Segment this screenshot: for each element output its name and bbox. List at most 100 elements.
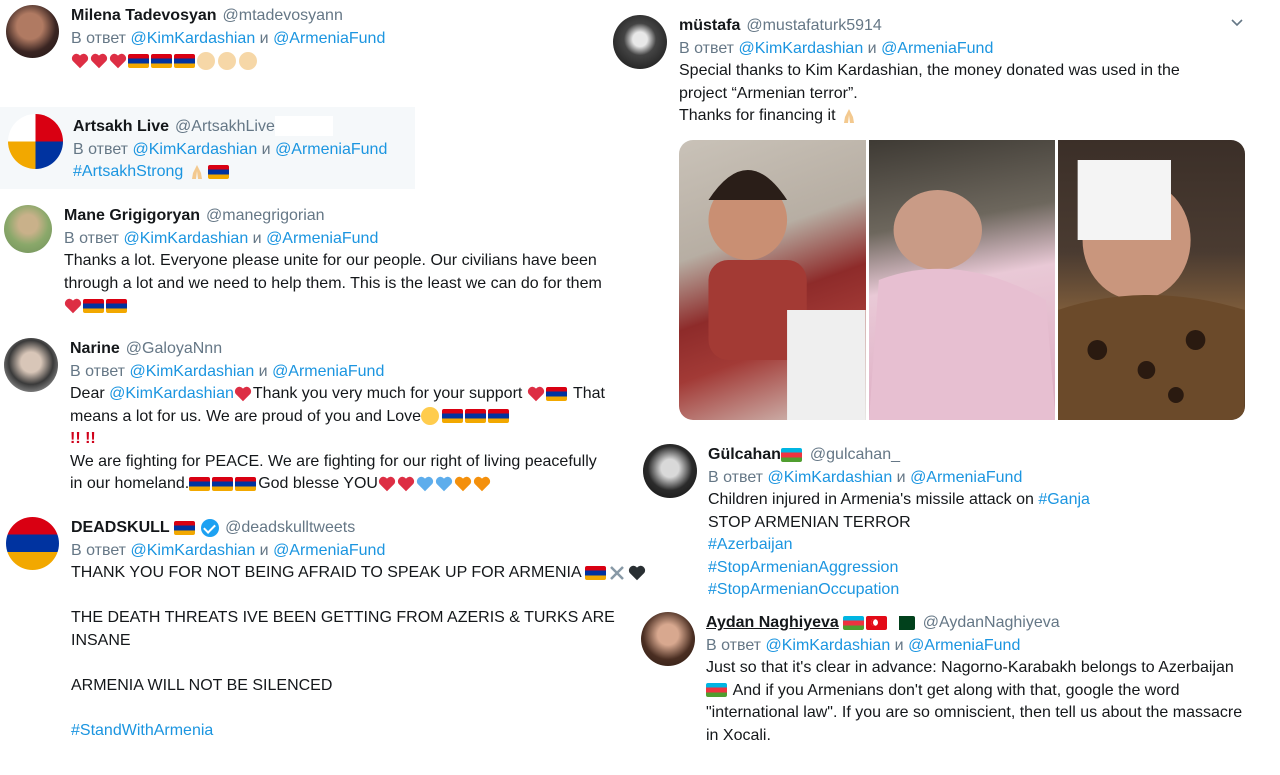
mention-link[interactable]: @KimKardashian [109, 385, 234, 402]
mention-link[interactable]: @ArmeniaFund [273, 542, 385, 559]
red-heart-icon [378, 476, 396, 491]
tweet-photo[interactable] [679, 140, 866, 420]
reply-and: и [867, 39, 877, 57]
hashtag-link[interactable]: #StandWithArmenia [71, 722, 213, 739]
tweet-text-line: Special thanks to Kim Kardashian, the mo… [679, 62, 1180, 79]
mention-link[interactable]: @ArmeniaFund [272, 363, 384, 380]
mention-link[interactable]: @ArmeniaFund [275, 141, 387, 158]
tweet-text-line: Just so that it's clear in advance: Nago… [706, 659, 1234, 676]
user-handle[interactable]: @mtadevosyann [223, 7, 343, 24]
mention-link[interactable]: @KimKardashian [130, 542, 255, 559]
mention-link[interactable]: @KimKardashian [129, 363, 254, 380]
user-handle[interactable]: @AydanNaghiyeva [923, 614, 1060, 631]
mention-link[interactable]: @ArmeniaFund [908, 637, 1020, 654]
child-figure-illustration [1058, 160, 1245, 420]
red-heart-icon [234, 386, 251, 401]
user-handle[interactable]: @gulcahan_ [810, 446, 900, 463]
reply-and: и [894, 636, 904, 654]
tweet-text: THANK YOU FOR NOT BEING AFRAID TO SPEAK … [71, 564, 581, 581]
red-heart-icon [397, 476, 415, 491]
reply-and: и [261, 140, 271, 158]
avatar[interactable] [8, 114, 63, 169]
armenia-flag-icon [83, 298, 104, 313]
tweet-text-line: project “Armenian terror”. [679, 84, 858, 102]
user-name[interactable]: Aydan Naghiyeva [706, 614, 839, 631]
mention-link[interactable]: @KimKardashian [123, 230, 248, 247]
user-handle[interactable]: @deadskulltweets [225, 519, 355, 536]
avatar[interactable] [6, 517, 59, 570]
reply-and: и [259, 541, 269, 559]
armenia-flag-icon [106, 298, 127, 313]
blue-heart-icon [435, 476, 453, 491]
mention-link[interactable]: @ArmeniaFund [910, 469, 1022, 486]
armenia-flag-icon [465, 409, 487, 424]
tweet-photo-grid[interactable] [679, 140, 1245, 420]
reply-label: В ответ [706, 636, 762, 654]
folded-hands-icon [191, 164, 202, 179]
avatar[interactable] [6, 5, 59, 58]
chevron-down-icon[interactable] [1229, 14, 1245, 30]
azerbaijan-flag-icon [780, 447, 802, 462]
mention-link[interactable]: @KimKardashian [130, 30, 255, 47]
avatar[interactable] [4, 205, 52, 253]
user-name[interactable]: Mane Grigigoryan [64, 207, 200, 224]
child-figure-illustration [708, 170, 866, 420]
raised-fist-icon [218, 51, 236, 70]
tweet-text: God blesse YOU [258, 475, 378, 492]
tweet-text: And if you Armenians don't get along wit… [732, 681, 1180, 699]
hashtag-link[interactable]: #StopArmenianOccupation [708, 581, 899, 598]
user-handle[interactable]: @mustafaturk5914 [746, 17, 881, 34]
reply-and: и [252, 229, 262, 247]
tweet-text: means a lot for us. We are proud of you … [70, 407, 422, 425]
azerbaijan-flag-icon [843, 615, 865, 630]
armenia-flag-icon [207, 164, 229, 179]
tweet-text-line: STOP ARMENIAN TERROR [708, 513, 911, 531]
avatar[interactable] [613, 15, 667, 69]
tweet-photo[interactable] [1058, 140, 1245, 420]
user-name[interactable]: Gülcahan [708, 446, 781, 463]
user-name[interactable]: Milena Tadevosyan [71, 7, 217, 24]
mention-link[interactable]: @KimKardashian [765, 637, 890, 654]
reply-label: В ответ [70, 362, 126, 380]
hashtag-link[interactable]: #Azerbaijan [708, 536, 793, 553]
user-handle[interactable]: @manegrigorian [206, 207, 325, 224]
tweet-text: Thank you very much for your support [252, 385, 523, 402]
user-name[interactable]: DEADSKULL [71, 519, 170, 536]
avatar[interactable] [4, 338, 58, 392]
reply-and: и [896, 468, 906, 486]
orange-heart-icon [473, 476, 491, 491]
avatar[interactable] [643, 444, 697, 498]
armenia-flag-icon [189, 476, 211, 491]
hashtag-link[interactable]: #StopArmenianAggression [708, 559, 898, 576]
hashtag-link[interactable]: #ArtsakhStrong [73, 163, 183, 180]
reply-and: и [259, 29, 269, 47]
user-name[interactable]: Artsakh Live [73, 118, 169, 135]
armenia-flag-icon [488, 409, 510, 424]
tweet-text-line: through a lot and we need to help them. … [64, 274, 602, 292]
mention-link[interactable]: @ArmeniaFund [266, 230, 378, 247]
hashtag-link[interactable]: #Ganja [1038, 491, 1090, 508]
mention-link[interactable]: @KimKardashian [738, 40, 863, 57]
user-handle[interactable]: @ArtsakhLive [175, 118, 275, 135]
mention-link[interactable]: @ArmeniaFund [881, 40, 993, 57]
tweet-text: Thanks for financing it [679, 107, 836, 124]
armenia-flag-icon [174, 520, 196, 535]
mention-link[interactable]: @ArmeniaFund [273, 30, 385, 47]
tweet-photo[interactable] [868, 140, 1056, 420]
verified-badge-icon [201, 518, 220, 537]
tweet-text-line: ARMENIA WILL NOT BE SILENCED [71, 676, 333, 694]
armenia-flag-icon [174, 53, 195, 68]
avatar[interactable] [641, 612, 695, 666]
armenia-flag-icon [585, 565, 607, 580]
mention-link[interactable]: @KimKardashian [767, 469, 892, 486]
user-handle[interactable]: @GaloyaNnn [126, 340, 222, 357]
mention-link[interactable]: @KimKardashian [132, 141, 257, 158]
red-heart-icon [71, 53, 89, 68]
armenia-flag-icon [151, 53, 172, 68]
tweet-text-line: THE DEATH THREATS IVE BEEN GETTING FROM … [71, 609, 615, 626]
blue-heart-icon [416, 476, 434, 491]
user-name[interactable]: Narine [70, 340, 120, 357]
user-name[interactable]: müstafa [679, 17, 740, 34]
raised-fist-icon [239, 51, 257, 70]
tweet-text-line: in Xocali. [706, 726, 771, 744]
